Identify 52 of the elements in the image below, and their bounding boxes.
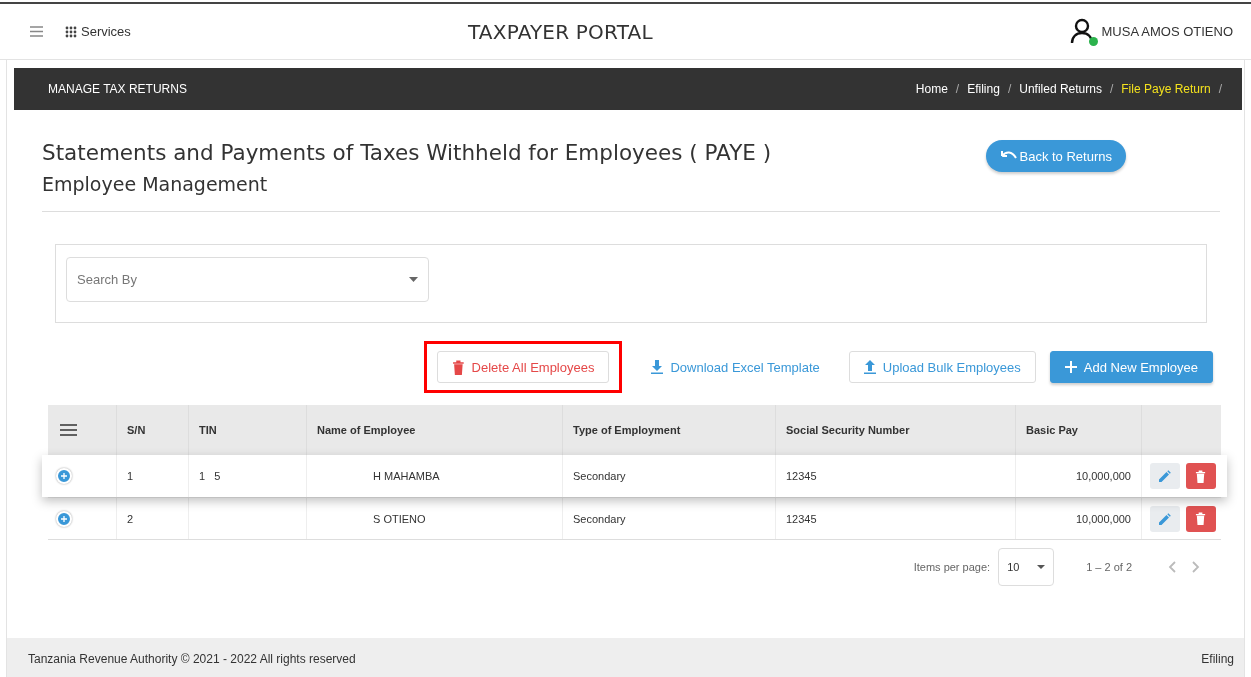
section-title: MANAGE TAX RETURNS [48, 82, 187, 96]
dropdown-caret-icon [1037, 565, 1046, 569]
services-link[interactable]: Services [81, 24, 131, 39]
delete-button[interactable] [1186, 505, 1216, 532]
delete-button[interactable] [1186, 463, 1216, 489]
breadcrumb-separator: / [1109, 82, 1114, 96]
table-cell: 10,000,000 [1015, 498, 1141, 539]
grid-icon[interactable] [65, 25, 77, 38]
items-per-page-label: Items per page: [913, 561, 991, 573]
table-cell: S OTIENO [306, 498, 562, 539]
user-icon[interactable] [1069, 17, 1094, 44]
plus-icon [1064, 361, 1077, 373]
upload-icon [863, 360, 876, 374]
edit-button[interactable] [1150, 505, 1180, 532]
menu-icon[interactable] [60, 424, 77, 436]
search-by-select[interactable]: Search By [66, 257, 429, 302]
dropdown-caret-icon [409, 277, 418, 282]
breadcrumb-link[interactable]: File Paye Return [1121, 82, 1211, 96]
table-cell: Secondary [562, 498, 775, 539]
chevron-left-icon [1168, 561, 1176, 573]
menu-icon[interactable] [30, 26, 43, 37]
portal-title: TAXPAYER PORTAL [467, 19, 654, 44]
plus-icon [61, 515, 67, 522]
trash-icon [451, 359, 465, 375]
trash-icon [1195, 512, 1207, 525]
breadcrumb-separator: / [1218, 82, 1222, 96]
copyright-text: Tanzania Revenue Authority © 2021 - 2022 All rights reserved [28, 651, 356, 666]
page-title: Statements and Payments of Taxes Withheld for Employees ( PAYE ) [42, 140, 772, 165]
page-size-select[interactable]: 10 [998, 548, 1055, 586]
trash-icon [1195, 469, 1207, 483]
chevron-right-icon [1192, 561, 1200, 573]
table-row[interactable]: 2 S OTIENO Secondary 12345 10,000,000 [48, 497, 1221, 539]
table-cell: 2 [116, 498, 188, 539]
user-name[interactable]: MUSA AMOS OTIENO [1101, 24, 1233, 39]
action-button[interactable]: Delete All Employees [436, 351, 610, 383]
breadcrumb-link[interactable]: Home [915, 82, 948, 96]
page-range: 1 – 2 of 2 [1086, 561, 1132, 573]
breadcrumb-separator: / [955, 82, 960, 96]
breadcrumb-link[interactable]: Efiling [967, 82, 1000, 96]
pencil-icon [1159, 512, 1171, 525]
expand-button[interactable] [56, 468, 72, 484]
breadcrumb-separator: / [1007, 82, 1012, 96]
breadcrumb-link[interactable]: Unfiled Returns [1019, 82, 1102, 96]
pencil-icon [1159, 470, 1171, 482]
footer-label: Efiling [1201, 651, 1234, 666]
table-cell: 12345 [775, 498, 1015, 539]
expand-button[interactable] [56, 510, 72, 527]
download-icon [651, 360, 664, 374]
table-row[interactable]: 1 1 5 H MAHAMBA Secondary 12345 10,000,000 [42, 455, 1227, 497]
page-subtitle: Employee Management [42, 173, 269, 195]
plus-icon [61, 473, 67, 479]
edit-button[interactable] [1150, 463, 1180, 489]
